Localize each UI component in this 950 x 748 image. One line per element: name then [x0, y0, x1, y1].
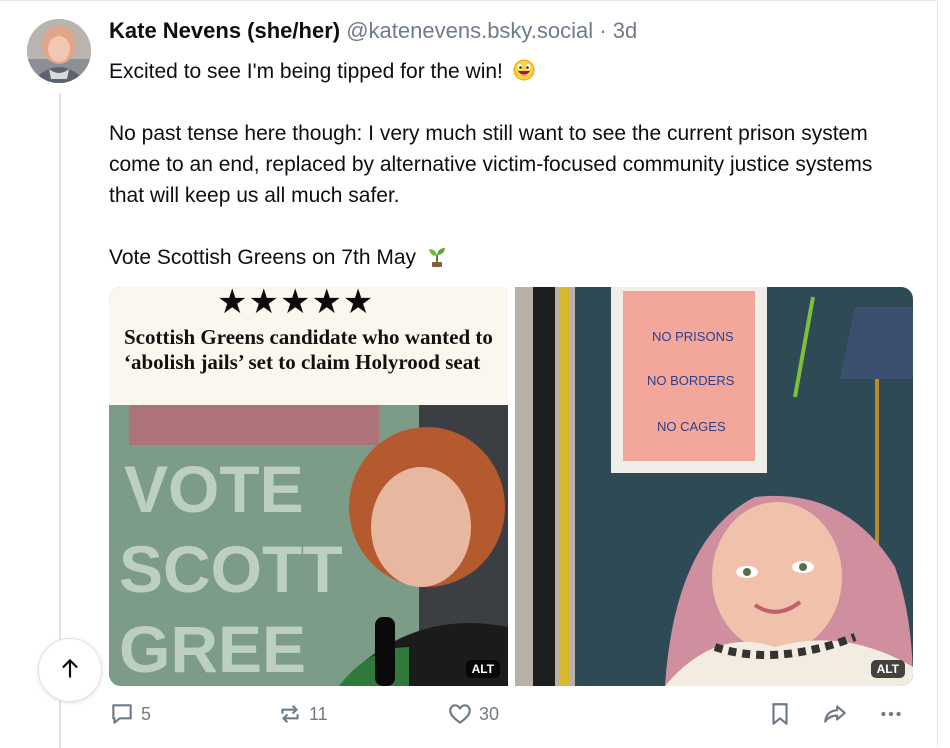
poster-line-1: NO PRISONS — [652, 329, 734, 344]
star-rating: ★★★★★ — [217, 287, 375, 321]
post-text-line3: Vote Scottish Greens on 7th May — [109, 246, 417, 269]
repost-count: 11 — [309, 703, 328, 724]
avatar[interactable] — [27, 19, 91, 83]
svg-text:VOTE: VOTE — [124, 452, 304, 526]
author-name[interactable]: Kate Nevens (she/her) — [109, 18, 340, 43]
like-count: 30 — [479, 703, 500, 724]
poster-line-2: NO BORDERS — [647, 373, 735, 388]
headline-box: ★★★★★ Scottish Greens candidate who want… — [109, 287, 508, 405]
post-header: Kate Nevens (she/her) @katenevens.bsky.s… — [109, 18, 637, 44]
scroll-to-top-button[interactable] — [38, 638, 102, 702]
alt-badge[interactable]: ALT — [465, 660, 500, 678]
repost-button[interactable]: 11 — [277, 701, 328, 727]
author-handle[interactable]: @katenevens.bsky.social — [346, 18, 593, 43]
avatar-image — [27, 19, 91, 83]
share-button[interactable] — [821, 701, 849, 727]
post-text-line1: Excited to see I'm being tipped for the … — [109, 60, 503, 83]
post-image-1[interactable]: VOTE SCOTT GREE ★★★★★ Scottish Greens ca… — [109, 287, 508, 686]
post-image-2[interactable]: NO PRISONS NO BORDERS NO CAGES ALT — [515, 287, 913, 686]
reply-icon — [109, 701, 135, 727]
post: Kate Nevens (she/her) @katenevens.bsky.s… — [0, 0, 938, 748]
post-text-paragraph2: No past tense here though: I very much s… — [109, 122, 873, 207]
header-separator: · — [599, 18, 607, 43]
reply-count: 5 — [141, 703, 152, 724]
alt-badge[interactable]: ALT — [870, 660, 905, 678]
bookmark-button[interactable] — [767, 701, 793, 727]
post-images: VOTE SCOTT GREE ★★★★★ Scottish Greens ca… — [109, 287, 913, 686]
grinning-face-emoji-icon — [513, 59, 535, 81]
poster-line-3: NO CAGES — [657, 419, 726, 434]
selfie-photo: NO PRISONS NO BORDERS NO CAGES — [515, 287, 913, 686]
arrow-up-icon — [57, 655, 83, 686]
svg-text:SCOTT: SCOTT — [119, 532, 343, 606]
seedling-emoji-icon — [426, 245, 448, 267]
repost-icon — [277, 701, 303, 727]
newspaper-headline: Scottish Greens candidate who wanted to … — [124, 325, 493, 374]
heart-icon — [447, 701, 473, 727]
like-button[interactable]: 30 — [447, 701, 499, 727]
reply-button[interactable]: 5 — [109, 701, 151, 727]
post-text: Excited to see I'm being tipped for the … — [109, 56, 909, 273]
share-icon — [821, 701, 849, 727]
more-icon — [877, 701, 905, 727]
action-bar: 5 11 30 — [0, 701, 938, 735]
svg-text:GREE: GREE — [119, 612, 306, 686]
more-button[interactable] — [877, 701, 905, 727]
post-time[interactable]: 3d — [613, 18, 637, 43]
bookmark-icon — [767, 701, 793, 727]
